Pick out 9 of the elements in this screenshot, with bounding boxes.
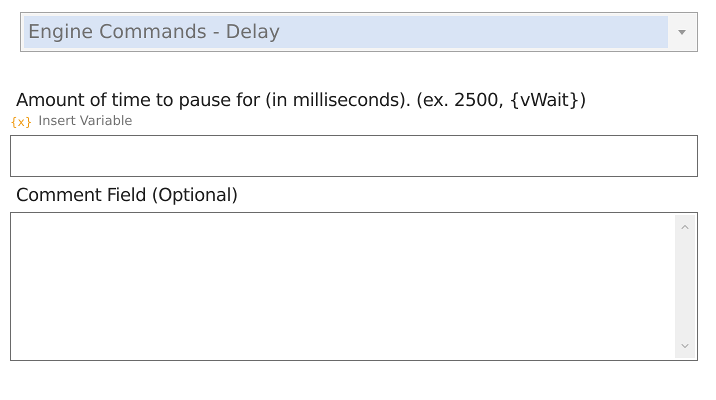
field-label: Amount of time to pause for (in milliseconds). (ex. 2500, {vWait})	[15, 90, 587, 111]
comment-field[interactable]	[10, 212, 698, 361]
scrollbar[interactable]	[675, 215, 695, 358]
dropdown-value: Engine Commands - Delay	[24, 16, 668, 48]
input-field[interactable]	[10, 135, 698, 177]
variable-icon[interactable]: {x}	[10, 114, 32, 128]
caret-icon	[678, 30, 686, 34]
field-label: Comment Field (Optional)	[15, 185, 239, 206]
insert-variable-link[interactable]: Insert Variable	[38, 114, 132, 129]
